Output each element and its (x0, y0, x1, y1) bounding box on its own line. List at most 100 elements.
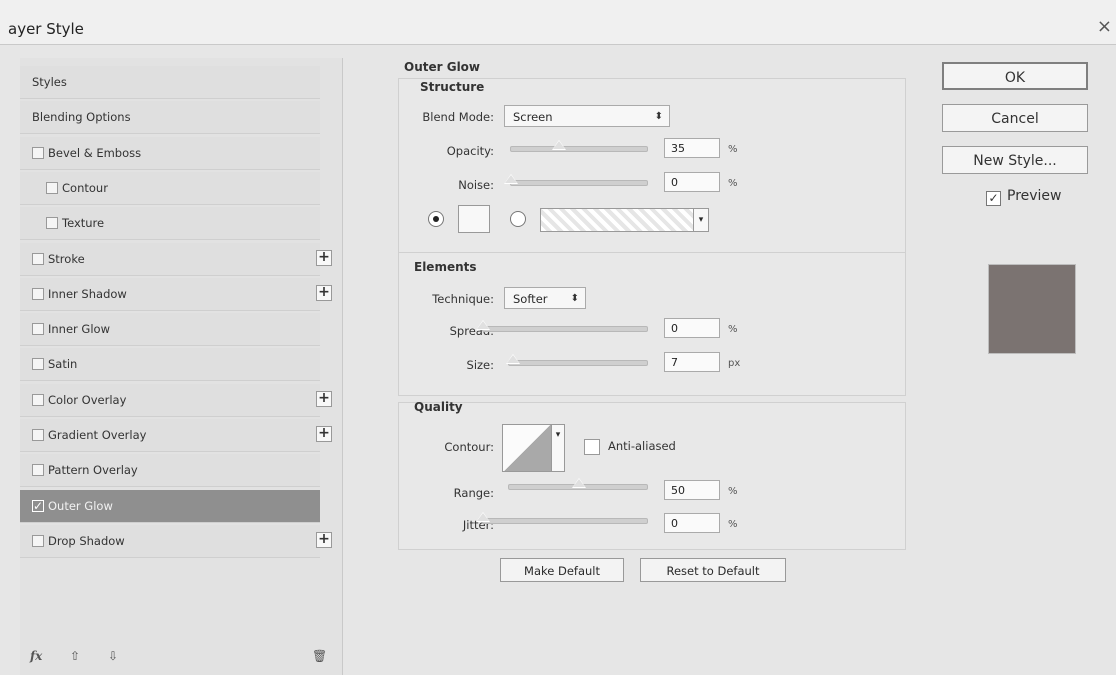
style-item-label: Satin (48, 357, 78, 371)
opacity-slider-thumb[interactable] (552, 140, 567, 150)
style-item-label: Texture (62, 216, 105, 230)
technique-select[interactable]: Softer ⬍ (504, 287, 586, 309)
opacity-input[interactable]: 35 (664, 138, 720, 158)
style-item-gradient-overlay[interactable]: Gradient Overlay + (20, 419, 332, 452)
style-item-drop-shadow[interactable]: Drop Shadow + (20, 525, 332, 558)
style-item-blending-options[interactable]: Blending Options (20, 101, 320, 134)
style-checkbox[interactable] (32, 394, 44, 406)
style-item-inner-shadow[interactable]: Inner Shadow + (20, 278, 332, 311)
opacity-slider[interactable] (510, 140, 648, 152)
range-slider-thumb[interactable] (572, 478, 586, 488)
style-item-texture[interactable]: Texture (20, 207, 320, 240)
select-arrows-icon: ⬍ (654, 111, 663, 122)
size-unit: px (728, 358, 741, 369)
spread-input[interactable]: 0 (664, 318, 720, 338)
style-item-label: Bevel & Emboss (48, 146, 142, 160)
noise-label: Noise: (458, 178, 494, 192)
style-item-color-overlay[interactable]: Color Overlay + (20, 384, 332, 417)
style-checkbox[interactable] (32, 535, 44, 547)
add-icon[interactable]: + (316, 532, 332, 548)
reset-to-default-button[interactable]: Reset to Default (640, 558, 786, 582)
style-checkbox[interactable] (32, 253, 44, 265)
gradient-dropdown-icon[interactable]: ▾ (693, 208, 709, 232)
style-item-label: Styles (32, 75, 67, 89)
style-checkbox[interactable]: ✓ (32, 500, 44, 512)
style-checkbox[interactable] (32, 147, 44, 159)
noise-unit: % (728, 178, 738, 189)
size-slider-thumb[interactable] (505, 354, 520, 364)
add-icon[interactable]: + (316, 391, 332, 407)
size-slider[interactable] (505, 354, 648, 366)
make-default-button[interactable]: Make Default (500, 558, 624, 582)
add-icon[interactable]: + (316, 426, 332, 442)
style-checkbox[interactable] (46, 217, 58, 229)
style-item-inner-glow[interactable]: Inner Glow (20, 313, 320, 346)
style-item-contour[interactable]: Contour (20, 172, 320, 205)
style-item-label: Drop Shadow (48, 534, 125, 548)
add-icon[interactable]: + (316, 250, 332, 266)
style-item-satin[interactable]: Satin (20, 348, 320, 381)
close-icon[interactable]: × (1097, 16, 1112, 37)
jitter-slider-thumb[interactable] (476, 512, 490, 522)
style-checkbox[interactable] (46, 182, 58, 194)
range-input[interactable]: 50 (664, 480, 720, 500)
solid-color-radio[interactable] (428, 211, 444, 227)
radio-dot (433, 216, 439, 222)
style-item-styles[interactable]: Styles (20, 66, 320, 99)
ok-button[interactable]: OK (942, 62, 1088, 90)
layer-style-dialog: ayer Style × Styles Blending Options Bevel… (0, 0, 1116, 675)
contour-picker[interactable] (502, 424, 552, 472)
style-item-label: Color Overlay (48, 393, 127, 407)
add-icon[interactable]: + (316, 285, 332, 301)
styles-list-panel: Styles Blending Options Bevel & Emboss Cont… (20, 58, 343, 675)
style-item-label: Inner Shadow (48, 287, 127, 301)
jitter-input[interactable]: 0 (664, 513, 720, 533)
title-bar: ayer Style × (0, 0, 1116, 45)
elements-title: Elements (414, 260, 477, 274)
spread-slider[interactable] (476, 320, 648, 332)
style-item-label: Gradient Overlay (48, 428, 147, 442)
style-checkbox[interactable] (32, 464, 44, 476)
trash-icon[interactable]: 🗑 (312, 649, 327, 663)
outer-glow-settings: Outer Glow Structure Blend Mode: Screen … (352, 58, 912, 658)
style-item-outer-glow[interactable]: ✓ Outer Glow (20, 490, 320, 523)
size-input[interactable]: 7 (664, 352, 720, 372)
style-preview-swatch (988, 264, 1076, 354)
arrow-up-icon[interactable]: ⇧ (70, 649, 80, 663)
preview-label: Preview (1007, 188, 1062, 204)
contour-dropdown-icon[interactable]: ▾ (551, 424, 565, 472)
style-checkbox[interactable] (32, 288, 44, 300)
noise-input[interactable]: 0 (664, 172, 720, 192)
styles-bottom-bar: fx ⇧ ⇩ 🗑 (20, 643, 327, 675)
preview-check-icon: ✓ (986, 191, 1001, 206)
noise-slider-thumb[interactable] (504, 174, 518, 184)
style-item-pattern-overlay[interactable]: Pattern Overlay (20, 454, 320, 487)
blend-mode-value: Screen (513, 110, 553, 124)
noise-slider[interactable] (504, 174, 648, 186)
new-style-button[interactable]: New Style... (942, 146, 1088, 174)
style-checkbox[interactable] (32, 358, 44, 370)
jitter-slider[interactable] (476, 512, 648, 524)
preview-checkbox[interactable]: ✓ Preview (986, 188, 1062, 206)
blend-mode-label: Blend Mode: (422, 110, 494, 124)
gradient-picker[interactable] (540, 208, 694, 232)
style-item-stroke[interactable]: Stroke + (20, 243, 332, 276)
arrow-down-icon[interactable]: ⇩ (108, 649, 118, 663)
glow-color-swatch[interactable] (458, 205, 490, 233)
cancel-button[interactable]: Cancel (942, 104, 1088, 132)
style-item-label: Blending Options (32, 110, 131, 124)
gradient-radio[interactable] (510, 211, 526, 227)
technique-label: Technique: (432, 292, 494, 306)
anti-aliased-checkbox[interactable] (584, 439, 600, 455)
technique-value: Softer (513, 292, 548, 306)
spread-slider-thumb[interactable] (476, 320, 490, 330)
fx-icon[interactable]: fx (30, 649, 42, 663)
style-checkbox[interactable] (32, 429, 44, 441)
range-label: Range: (453, 486, 494, 500)
style-checkbox[interactable] (32, 323, 44, 335)
range-slider[interactable] (508, 478, 648, 490)
blend-mode-select[interactable]: Screen ⬍ (504, 105, 670, 127)
style-item-bevel-emboss[interactable]: Bevel & Emboss (20, 137, 320, 170)
opacity-label: Opacity: (446, 144, 494, 158)
spread-unit: % (728, 324, 738, 335)
